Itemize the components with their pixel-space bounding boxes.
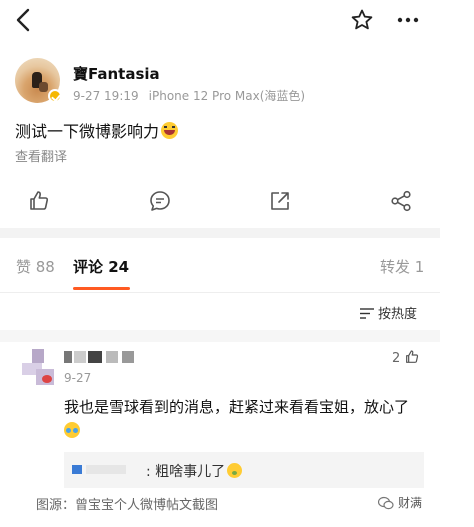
comment-icon xyxy=(150,191,170,211)
forward-button[interactable] xyxy=(389,189,413,213)
username[interactable]: 寶Fantasia xyxy=(73,63,160,84)
comment-button[interactable] xyxy=(148,189,172,213)
tab-divider xyxy=(0,292,440,293)
tab-reposts[interactable]: 转发 1 xyxy=(380,256,424,277)
translate-link[interactable]: 查看翻译 xyxy=(15,146,67,165)
share-icon xyxy=(271,192,289,210)
reply-author-redacted xyxy=(86,465,126,474)
post-meta: 9-27 19:19 iPhone 12 Pro Max(海蓝色) xyxy=(73,87,305,104)
back-button[interactable] xyxy=(10,6,38,34)
comment-avatar[interactable] xyxy=(22,349,54,385)
forward-icon xyxy=(391,190,411,212)
sort-label: 按热度 xyxy=(378,307,418,322)
reply-text: : 粗啥事儿了 xyxy=(146,461,243,481)
watermark-text: 财满 xyxy=(398,496,423,510)
section-divider-2 xyxy=(0,330,440,342)
surprised-emoji-icon xyxy=(227,463,243,478)
sort-icon xyxy=(360,308,374,319)
tears-emoji-icon xyxy=(64,422,80,438)
like-button[interactable] xyxy=(27,189,51,213)
like-icon xyxy=(30,191,49,210)
section-divider xyxy=(0,228,440,238)
more-icon xyxy=(397,17,419,23)
comment-username-redacted[interactable] xyxy=(64,351,144,363)
image-caption: 图源：曾宝宝个人微博帖文截图 xyxy=(36,498,219,513)
tab-comments[interactable]: 评论 24 xyxy=(73,256,129,277)
favorite-button[interactable] xyxy=(350,8,374,32)
comment-like-count: 2 xyxy=(392,351,401,366)
comment-text-content: 我也是雪球看到的消息，赶紧过来看看宝姐，放心了 xyxy=(64,398,410,416)
like-icon xyxy=(406,350,419,363)
comment-time: 9-27 xyxy=(64,371,92,385)
back-icon xyxy=(16,8,30,32)
share-button[interactable] xyxy=(268,189,292,213)
post-text-content: 测试一下微博影响力 xyxy=(15,122,160,141)
active-tab-indicator xyxy=(73,287,130,290)
watermark: 财满 xyxy=(378,494,422,511)
comment-text: 我也是雪球看到的消息，赶紧过来看看宝姐，放心了 xyxy=(64,395,424,443)
tab-likes[interactable]: 赞 88 xyxy=(16,256,55,277)
verified-badge xyxy=(48,89,62,103)
post-time: 9-27 19:19 xyxy=(73,89,139,103)
laugh-emoji-icon xyxy=(161,122,179,139)
more-button[interactable] xyxy=(396,10,420,30)
wechat-icon xyxy=(378,496,394,510)
reply-preview[interactable]: : 粗啥事儿了 xyxy=(64,452,424,488)
reply-text-content: : 粗啥事儿了 xyxy=(146,464,226,480)
star-icon xyxy=(351,9,373,30)
post-text: 测试一下微博影响力 xyxy=(15,118,179,142)
sort-button[interactable]: 按热度 xyxy=(360,303,417,322)
reply-author-marker xyxy=(72,465,82,474)
post-device: iPhone 12 Pro Max(海蓝色) xyxy=(148,89,306,103)
comment-like-button[interactable]: 2 xyxy=(392,349,420,366)
